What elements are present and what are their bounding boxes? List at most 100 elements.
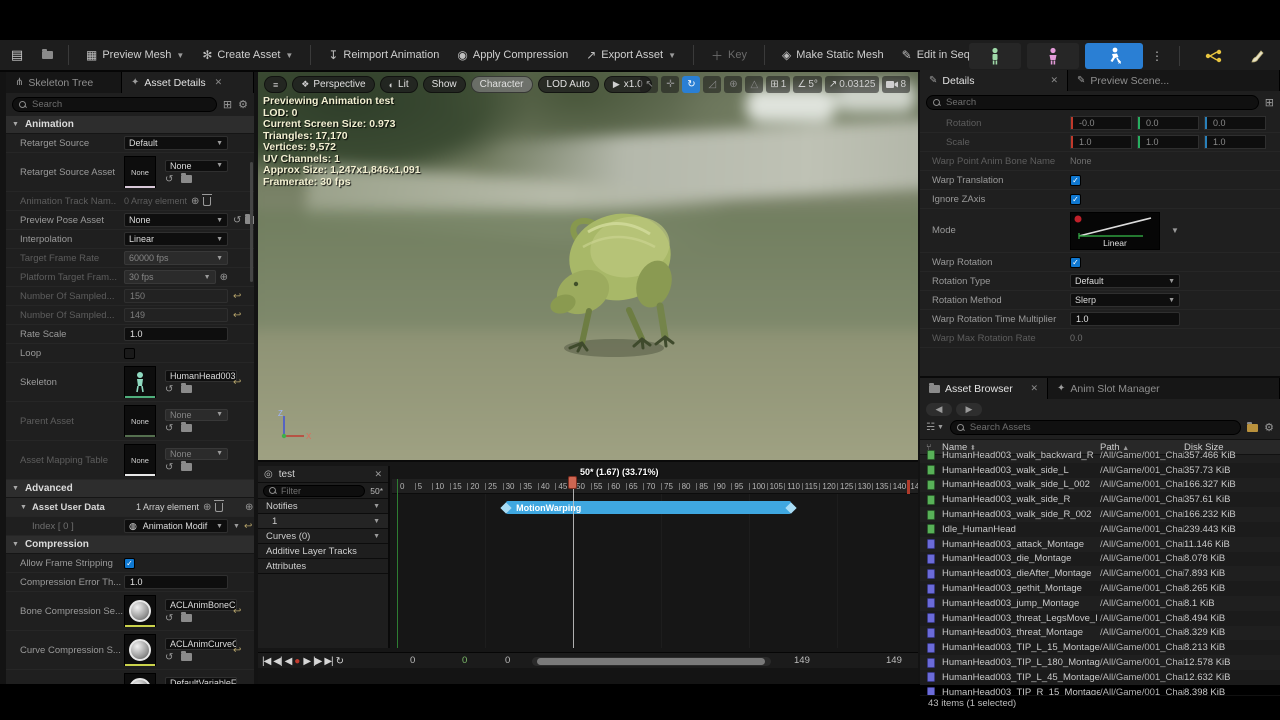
save-icon[interactable]: ▤	[4, 43, 30, 67]
asset-thumbnail[interactable]: None	[124, 444, 156, 476]
checkbox-ignore-zaxis[interactable]: ✓	[1070, 193, 1081, 205]
column-view-icon[interactable]: ⊞	[223, 98, 232, 111]
tab-preview-scene[interactable]: ✎ Preview Scene...	[1068, 70, 1280, 91]
dropdown-preview-pose-asset[interactable]: None ▼	[124, 213, 228, 227]
chevron-down-icon[interactable]: ▼	[373, 518, 380, 525]
asset-row[interactable]: HumanHead003_walk_side_L_002/All/Game/00…	[920, 478, 1280, 493]
checkbox-allow-frame-stripping[interactable]: ✓	[124, 557, 135, 569]
add-element-icon[interactable]: ⊕	[203, 502, 211, 513]
category-advanced[interactable]: ▼ Advanced	[6, 480, 254, 498]
asset-row[interactable]: HumanHead003_threat_Montage/All/Game/001…	[920, 626, 1280, 641]
step-forward-button[interactable]: |▶	[313, 656, 322, 667]
search-input[interactable]: Search	[12, 97, 217, 112]
vector-component-input[interactable]: 0.0	[1137, 116, 1199, 130]
dropdown-rotation-method[interactable]: Slerp ▼	[1070, 293, 1180, 307]
asset-dropdown[interactable]: ACLAnimCurveC▼	[165, 637, 237, 650]
track-additive-layer-tracks[interactable]: Additive Layer Tracks	[258, 544, 388, 559]
timeline-canvas[interactable]: 0 5 10 15 20 25 30 35 40 45 50 55 60 65 70 75 80 85 90 95 10…	[392, 466, 918, 648]
timeline-hscrollbar[interactable]	[532, 657, 771, 666]
play-button[interactable]: ▶	[303, 656, 311, 667]
world-local-toggle[interactable]: ⊕	[724, 76, 743, 93]
save-folder-icon[interactable]	[1247, 421, 1259, 432]
apply-compression-button[interactable]: ◉ Apply Compression	[448, 42, 577, 68]
export-asset-button[interactable]: ↗ Export Asset ▼	[577, 42, 685, 68]
asset-row[interactable]: Idle_HumanHead/All/Game/001_Chai 239.443 …	[920, 521, 1280, 537]
browse-to-icon[interactable]	[181, 173, 193, 183]
browse-to-icon[interactable]	[181, 651, 193, 661]
track-curves-0-[interactable]: Curves (0) ▼	[258, 529, 388, 544]
delete-icon[interactable]	[214, 499, 225, 512]
dropdown-platform-target-fram-[interactable]: 30 fps ▼	[124, 270, 216, 284]
back-button[interactable]: ◀	[926, 403, 952, 416]
rotation-snap-toggle[interactable]: ∠ 5°	[793, 76, 822, 93]
go-to-end-button[interactable]: ▶|	[324, 656, 333, 667]
mesh-mode-button[interactable]	[1027, 43, 1079, 69]
animation-mode-button[interactable]: ★	[1085, 43, 1143, 69]
tab-skeleton-tree[interactable]: ⋔ Skeleton Tree	[6, 72, 122, 93]
input-compression-error-th-[interactable]: 1.0	[124, 575, 228, 589]
reset-to-default-icon[interactable]: ↩	[244, 521, 252, 532]
preview-mesh-button[interactable]: ▦ Preview Mesh ▼	[77, 42, 193, 68]
curve-preview[interactable]: Linear	[1070, 211, 1160, 250]
browse-to-icon[interactable]	[181, 612, 193, 622]
rotate-tool[interactable]: ↻	[682, 76, 701, 93]
use-selected-icon[interactable]: ↺	[233, 215, 241, 226]
add-key-button[interactable]: ＋ Key	[702, 42, 756, 68]
use-selected-icon[interactable]: ↺	[165, 613, 173, 624]
browse-to-asset-icon[interactable]	[34, 43, 60, 67]
track-attributes[interactable]: Attributes	[258, 559, 388, 574]
vector-component-input[interactable]: 0.0	[1204, 116, 1266, 130]
asset-thumbnail[interactable]	[124, 673, 156, 684]
record-icon[interactable]: ◎	[264, 469, 273, 480]
asset-row[interactable]: HumanHead003_walk_side_R_002/All/Game/00…	[920, 507, 1280, 522]
blueprint-graph-button[interactable]	[1194, 43, 1234, 69]
category-compression[interactable]: ▼ Compression	[6, 536, 254, 554]
asset-thumbnail[interactable]: None	[124, 156, 156, 188]
notify-state-motionwarping[interactable]: MotionWarping	[506, 501, 792, 514]
go-to-front-button[interactable]: |◀	[262, 656, 271, 667]
grid-snap-toggle[interactable]: ⊞ 1	[766, 76, 791, 93]
tab-anim-slot-manager[interactable]: ✦ Anim Slot Manager	[1048, 378, 1280, 399]
chevron-down-icon[interactable]: ▼	[233, 523, 240, 530]
asset-row[interactable]: HumanHead003_walk_backward_R/All/Game/00…	[920, 448, 1280, 463]
lod-auto-button[interactable]: LOD Auto	[537, 76, 599, 93]
input-rate-scale[interactable]: 1.0	[124, 327, 228, 341]
reset-to-default-icon[interactable]: ↩	[233, 291, 241, 302]
more-options-icon[interactable]: ⋮	[1149, 49, 1165, 63]
checkbox-warp-translation[interactable]: ✓	[1070, 174, 1081, 186]
tab-asset-browser[interactable]: Asset Browser ✕	[920, 378, 1048, 399]
camera-speed-button[interactable]: 8	[882, 76, 910, 93]
viewport-menu-button[interactable]: ≡	[264, 76, 288, 93]
browse-to-icon[interactable]	[181, 422, 193, 432]
scale-snap-toggle[interactable]: ↗ 0.03125	[824, 76, 880, 93]
asset-thumbnail[interactable]	[124, 634, 156, 666]
gear-icon[interactable]: ⚙	[1264, 421, 1274, 434]
input-number-of-sampled-[interactable]: 149	[124, 308, 228, 322]
move-tool[interactable]: ✛	[661, 76, 680, 93]
asset-row[interactable]: HumanHead003_TIP_R_15_Montage/All/Game/0…	[920, 685, 1280, 695]
asset-row[interactable]: HumanHead003_jump_Montage/All/Game/001_C…	[920, 596, 1280, 611]
track-notifies[interactable]: Notifies ▼	[258, 499, 388, 514]
reset-to-default-icon[interactable]: ↩	[233, 606, 241, 617]
character-button[interactable]: Character	[470, 76, 533, 93]
record-button[interactable]: ●	[294, 656, 300, 667]
reimport-animation-button[interactable]: ↧ Reimport Animation	[319, 42, 448, 68]
input-warp-rotation-time-multiplier[interactable]: 1.0	[1070, 312, 1180, 326]
delete-icon[interactable]	[202, 193, 213, 206]
gear-icon[interactable]: ⚙	[238, 98, 248, 111]
perspective-button[interactable]: ❖ Perspective	[292, 76, 375, 93]
asset-dropdown[interactable]: DefaultVariableF▼	[165, 676, 237, 684]
reset-to-default-icon[interactable]: ↩	[233, 684, 241, 685]
add-element-icon[interactable]: ⊕	[191, 196, 199, 207]
chevron-down-icon[interactable]: ▼	[373, 503, 380, 510]
chevron-down-icon[interactable]: ▼	[373, 533, 380, 540]
surface-snap-toggle[interactable]: △	[745, 76, 764, 93]
asset-thumbnail[interactable]: None	[124, 405, 156, 437]
lit-button[interactable]: ◐ Lit	[379, 76, 418, 93]
make-static-mesh-button[interactable]: ◈ Make Static Mesh	[773, 42, 893, 68]
scrollbar-thumb[interactable]	[537, 658, 765, 665]
create-asset-button[interactable]: ✻ Create Asset ▼	[193, 42, 302, 68]
preview-viewport[interactable]: ≡ ❖ Perspective ◐ Lit Show Character LOD A…	[258, 72, 918, 460]
asset-row[interactable]: HumanHead003_die_Montage/All/Game/001_Ch…	[920, 551, 1280, 567]
close-icon[interactable]: ✕	[1050, 75, 1058, 86]
